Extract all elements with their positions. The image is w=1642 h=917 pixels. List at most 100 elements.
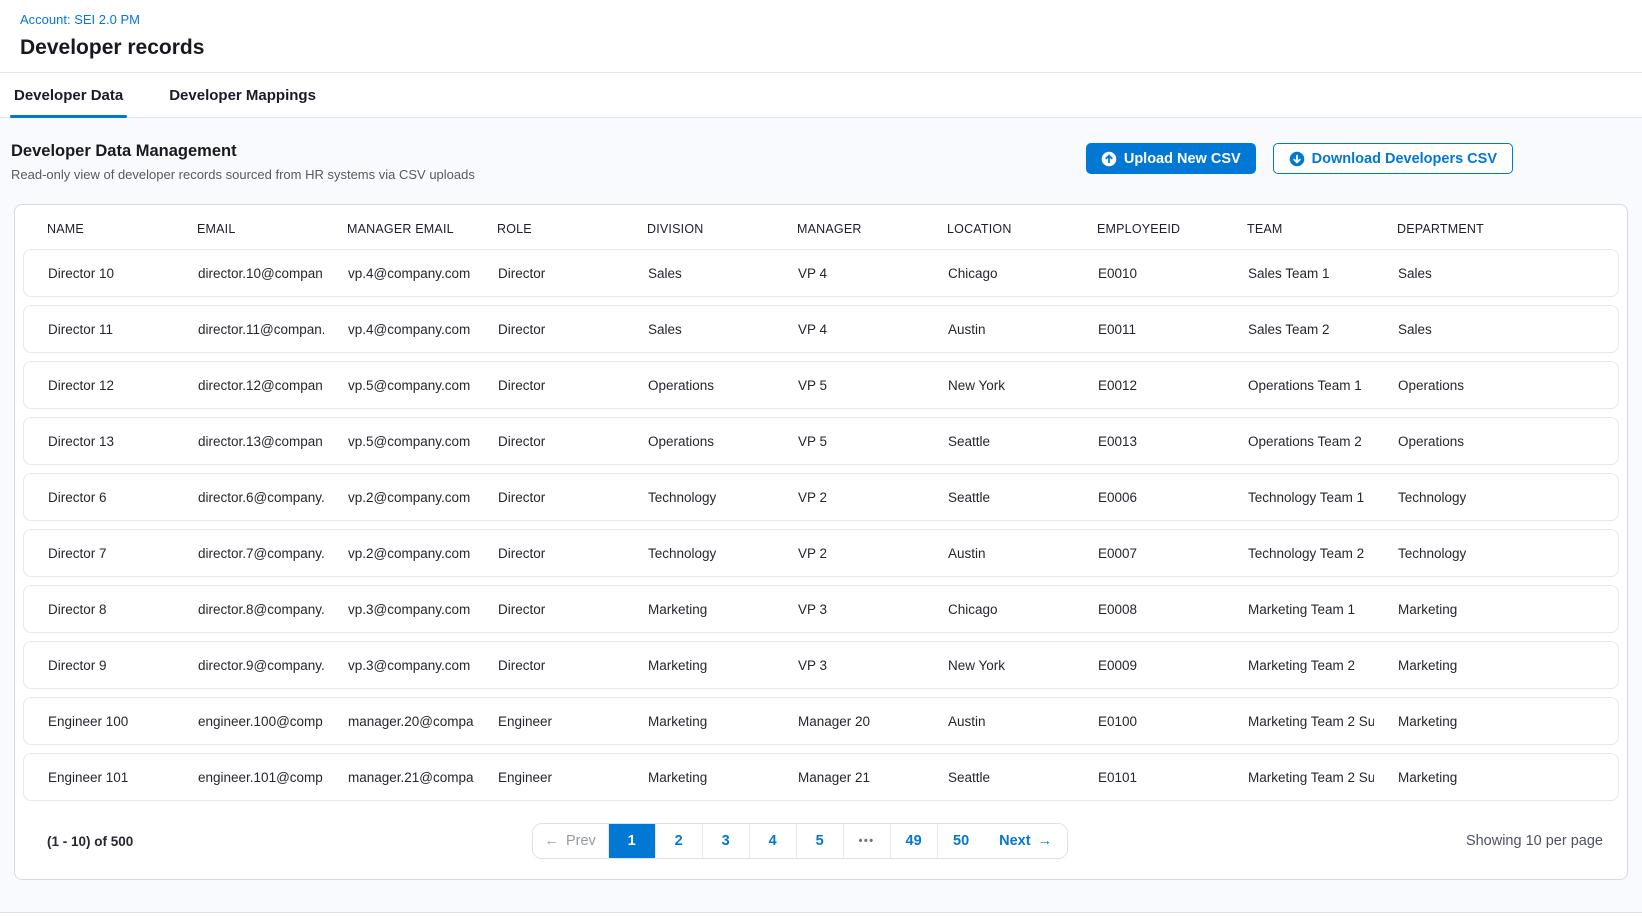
cell-role: Engineer [474, 770, 624, 785]
cell-role: Director [474, 546, 624, 561]
download-circle-icon [1289, 151, 1305, 167]
cell-location: Chicago [924, 602, 1074, 617]
cell-email: director.7@company.... [174, 546, 324, 561]
cell-email: director.6@company.... [174, 490, 324, 505]
cell-email: director.8@company.... [174, 602, 324, 617]
tab-developer-mappings[interactable]: Developer Mappings [166, 73, 319, 117]
cell-team: Marketing Team 1 [1224, 602, 1374, 617]
cell-manager: Manager 21 [774, 770, 924, 785]
cell-employeeid: E0011 [1074, 322, 1224, 337]
page-button-3[interactable]: 3 [703, 824, 750, 858]
cell-location: New York [924, 378, 1074, 393]
cell-location: Austin [924, 322, 1074, 337]
cell-employeeid: E0006 [1074, 490, 1224, 505]
table-row: Director 12director.12@compan...vp.5@com… [23, 361, 1619, 409]
cell-manager: VP 5 [774, 434, 924, 449]
page-button-2[interactable]: 2 [656, 824, 703, 858]
cell-location: Austin [924, 546, 1074, 561]
tab-developer-data[interactable]: Developer Data [11, 73, 126, 117]
column-header-name: NAME [47, 222, 197, 236]
table-header-row: NAMEEMAILMANAGER EMAILROLEDIVISIONMANAGE… [15, 205, 1627, 249]
cell-manager-email: vp.5@company.com [324, 378, 474, 393]
table-row: Director 10director.10@compan...vp.4@com… [23, 249, 1619, 297]
page-button-50[interactable]: 50 [938, 824, 985, 858]
cell-team: Operations Team 2 [1224, 434, 1374, 449]
cell-division: Operations [624, 378, 774, 393]
cell-team: Sales Team 1 [1224, 266, 1374, 281]
cell-manager: VP 2 [774, 490, 924, 505]
cell-email: director.10@compan... [174, 266, 324, 281]
page-title: Developer records [20, 36, 1642, 60]
cell-manager-email: vp.5@company.com [324, 434, 474, 449]
cell-role: Director [474, 266, 624, 281]
cell-manager-email: vp.4@company.com [324, 322, 474, 337]
column-header-manager: MANAGER [797, 222, 947, 236]
cell-email: director.9@company.... [174, 658, 324, 673]
table-row: Director 13director.13@compan...vp.5@com… [23, 417, 1619, 465]
csv-button-group: Upload New CSV Download Developers CSV [1086, 143, 1513, 174]
cell-division: Sales [624, 322, 774, 337]
cell-manager-email: vp.2@company.com [324, 546, 474, 561]
table-row: Director 7director.7@company....vp.2@com… [23, 529, 1619, 577]
right-arrow-icon: → [1038, 833, 1053, 849]
cell-department: Marketing [1374, 770, 1618, 785]
column-header-manager-email: MANAGER EMAIL [347, 222, 497, 236]
per-page-label: Showing 10 per page [1466, 833, 1603, 849]
developer-data-table: NAMEEMAILMANAGER EMAILROLEDIVISIONMANAGE… [14, 204, 1628, 880]
cell-team: Technology Team 1 [1224, 490, 1374, 505]
cell-email: director.13@compan... [174, 434, 324, 449]
cell-role: Director [474, 490, 624, 505]
account-breadcrumb-link[interactable]: Account: SEI 2.0 PM [20, 12, 140, 27]
cell-division: Marketing [624, 714, 774, 729]
cell-location: Seattle [924, 770, 1074, 785]
table-row: Director 11director.11@compan...vp.4@com… [23, 305, 1619, 353]
cell-department: Operations [1374, 434, 1618, 449]
prev-page-button[interactable]: ← Prev [533, 824, 609, 858]
cell-employeeid: E0013 [1074, 434, 1224, 449]
cell-email: director.11@compan... [174, 322, 324, 337]
page-button-4[interactable]: 4 [750, 824, 797, 858]
tab-bar: Developer Data Developer Mappings [0, 73, 1642, 118]
next-label: Next [999, 833, 1030, 849]
result-range-label: (1 - 10) of 500 [47, 834, 133, 849]
upload-new-csv-button[interactable]: Upload New CSV [1086, 143, 1256, 174]
cell-name: Director 10 [24, 266, 174, 281]
cell-division: Marketing [624, 770, 774, 785]
pagination-pages: 12345•••4950 [609, 824, 985, 858]
cell-employeeid: E0009 [1074, 658, 1224, 673]
pagination-control: ← Prev 12345•••4950 Next → [532, 823, 1068, 859]
cell-team: Technology Team 2 [1224, 546, 1374, 561]
table-row: Engineer 101engineer.101@comp...manager.… [23, 753, 1619, 801]
page-button-5[interactable]: 5 [797, 824, 844, 858]
page-button-1[interactable]: 1 [609, 824, 656, 858]
cell-employeeid: E0012 [1074, 378, 1224, 393]
column-header-department: DEPARTMENT [1397, 222, 1619, 236]
cell-name: Director 6 [24, 490, 174, 505]
cell-division: Marketing [624, 658, 774, 673]
next-page-button[interactable]: Next → [985, 824, 1067, 858]
column-header-email: EMAIL [197, 222, 347, 236]
table-row: Director 9director.9@company....vp.3@com… [23, 641, 1619, 689]
cell-division: Technology [624, 490, 774, 505]
cell-role: Director [474, 658, 624, 673]
column-header-division: DIVISION [647, 222, 797, 236]
cell-team: Marketing Team 2 Su... [1224, 770, 1374, 785]
cell-department: Marketing [1374, 658, 1618, 673]
cell-location: Seattle [924, 490, 1074, 505]
cell-department: Marketing [1374, 714, 1618, 729]
cell-manager: VP 2 [774, 546, 924, 561]
download-button-label: Download Developers CSV [1312, 151, 1497, 167]
cell-employeeid: E0100 [1074, 714, 1224, 729]
cell-employeeid: E0008 [1074, 602, 1224, 617]
download-developers-csv-button[interactable]: Download Developers CSV [1273, 143, 1513, 174]
column-header-role: ROLE [497, 222, 647, 236]
cell-manager-email: vp.4@company.com [324, 266, 474, 281]
cell-division: Marketing [624, 602, 774, 617]
cell-manager: VP 4 [774, 322, 924, 337]
cell-name: Director 8 [24, 602, 174, 617]
cell-email: engineer.100@comp... [174, 714, 324, 729]
cell-manager-email: vp.3@company.com [324, 658, 474, 673]
page-button-49[interactable]: 49 [891, 824, 938, 858]
cell-name: Engineer 100 [24, 714, 174, 729]
cell-manager: VP 4 [774, 266, 924, 281]
